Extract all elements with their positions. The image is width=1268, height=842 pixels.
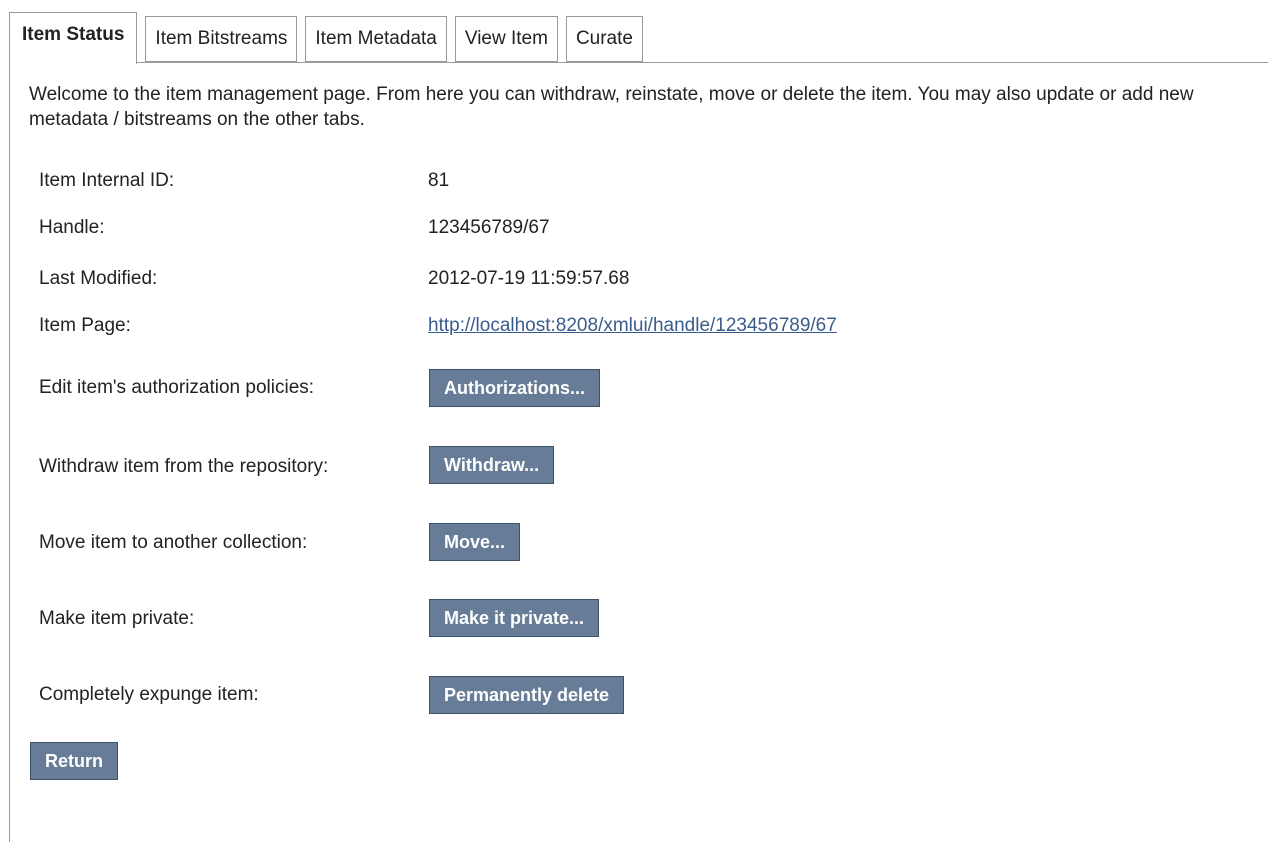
tab-item-status[interactable]: Item Status [9,12,138,64]
return-button[interactable]: Return [30,742,118,780]
internal-id-value: 81 [428,170,450,191]
withdraw-button[interactable]: Withdraw... [429,446,555,484]
withdraw-label: Withdraw item from the repository: [39,456,329,477]
intro-text: Welcome to the item management page. Fro… [29,84,1194,130]
item-page-label: Item Page: [39,315,131,336]
tab-item-bitstreams[interactable]: Item Bitstreams [145,16,298,62]
internal-id-label: Item Internal ID: [39,170,175,191]
tab-view-item[interactable]: View Item [454,16,558,62]
expunge-label: Completely expunge item: [39,684,259,705]
last-modified-value: 2012-07-19 11:59:57.68 [428,268,630,289]
authorizations-button[interactable]: Authorizations... [429,369,600,407]
permanently-delete-button[interactable]: Permanently delete [429,676,625,714]
tab-bar: Item Status Item Bitstreams Item Metadat… [9,12,651,64]
move-label: Move item to another collection: [39,532,308,553]
tab-item-metadata[interactable]: Item Metadata [305,16,447,62]
make-private-button[interactable]: Make it private... [429,599,600,637]
item-page-link[interactable]: http://localhost:8208/xmlui/handle/12345… [428,314,837,338]
item-management-panel [9,62,1268,842]
authorizations-label: Edit item's authorization policies: [39,377,315,398]
make-private-label: Make item private: [39,608,195,629]
move-button[interactable]: Move... [429,523,521,561]
handle-value: 123456789/67 [428,217,550,238]
handle-label: Handle: [39,217,105,238]
last-modified-label: Last Modified: [39,268,158,289]
tab-curate[interactable]: Curate [565,16,643,62]
